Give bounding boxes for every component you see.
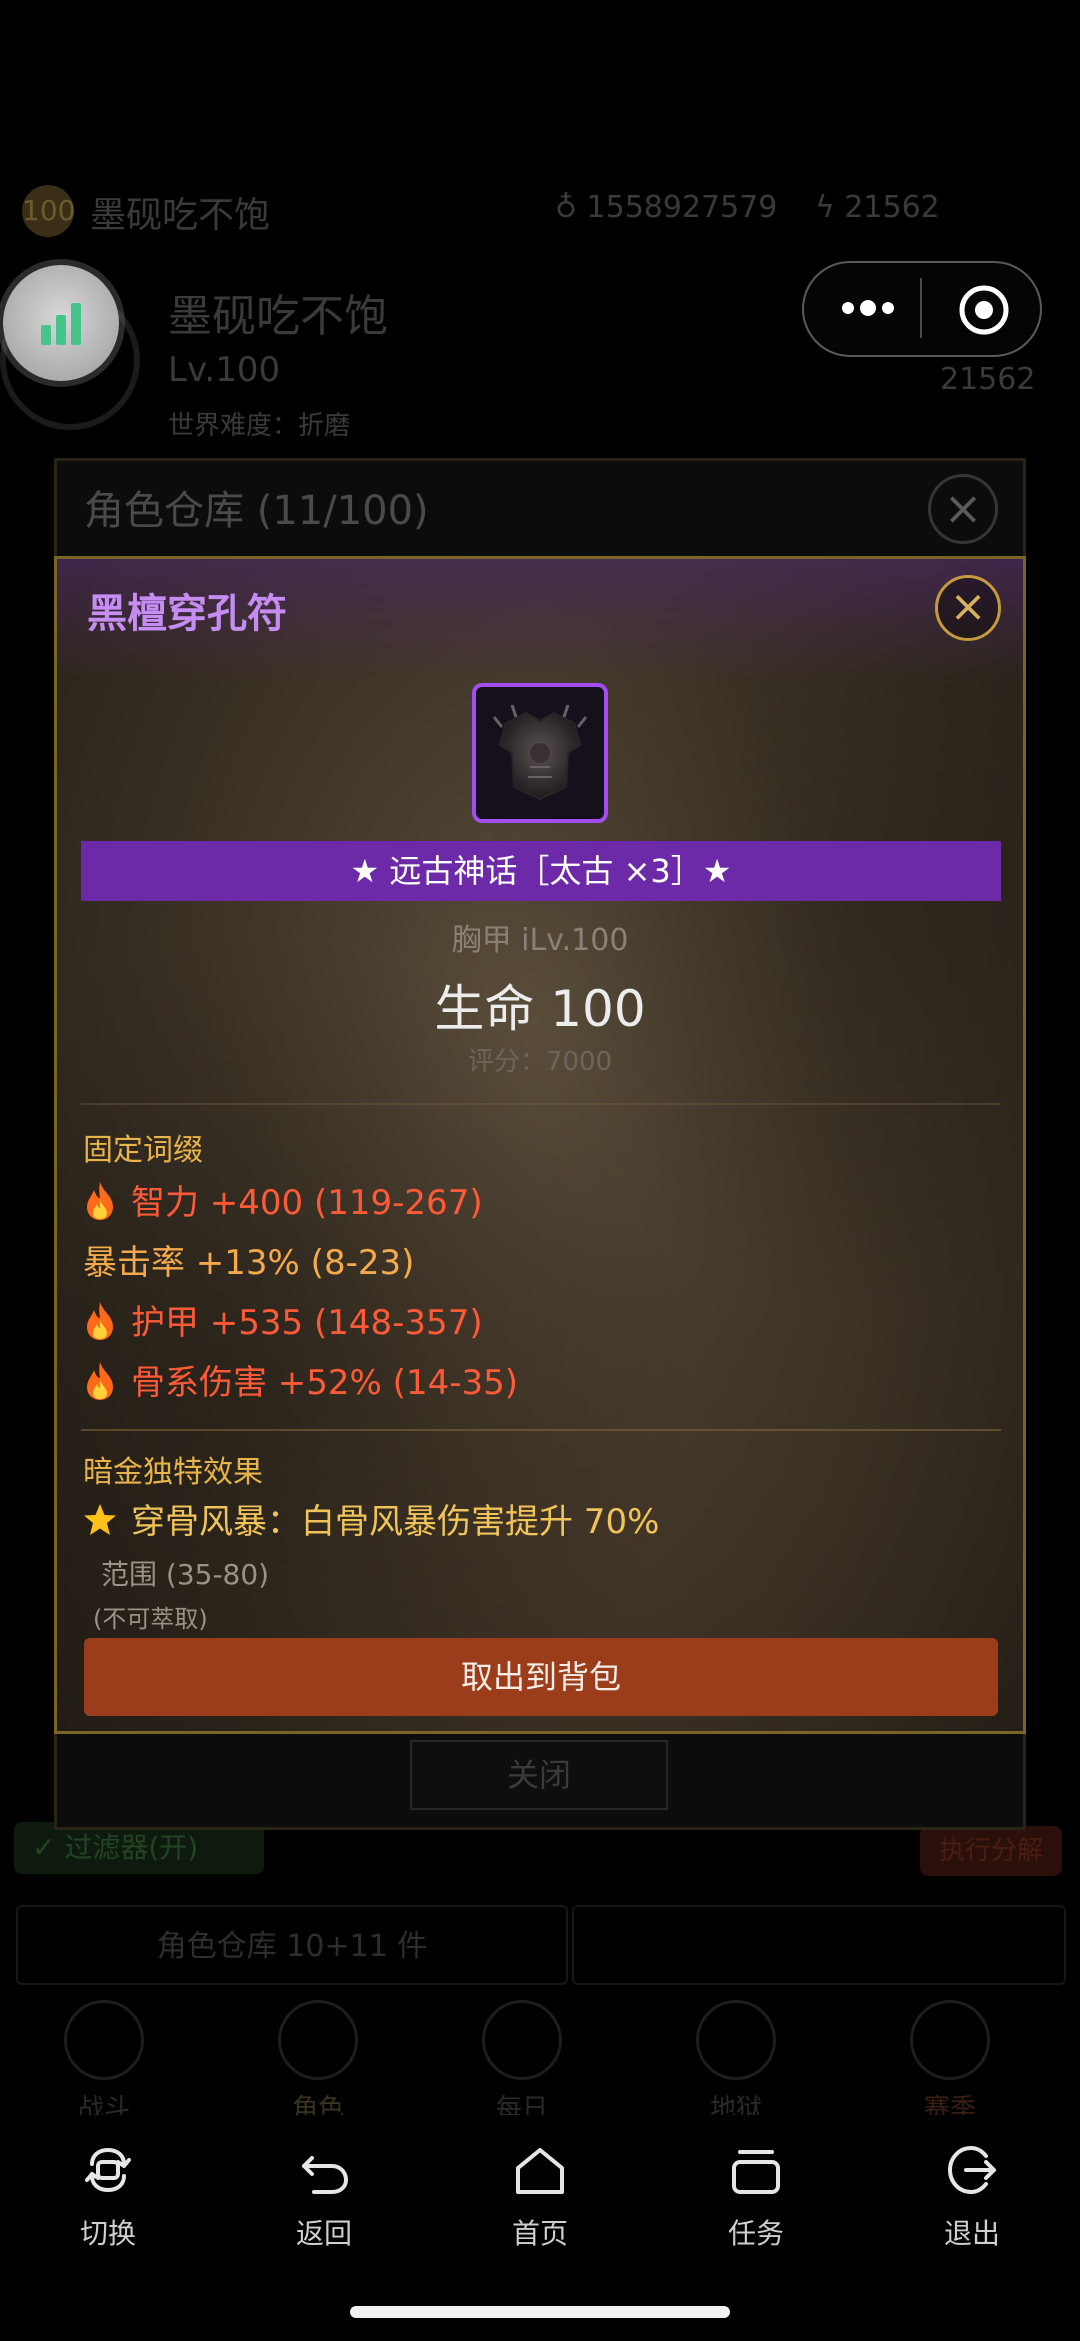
bar-chart-icon	[41, 303, 81, 345]
affix-row: 护甲 +535 (148-357)	[83, 1299, 483, 1347]
tasks-icon	[732, 2150, 780, 2194]
item-slot-level: 胸甲 iLv.100	[451, 923, 629, 958]
energy-value: 21562	[940, 362, 1036, 397]
player-name: 墨砚吃不饱	[168, 291, 388, 342]
item-detail-modal: 黑檀穿孔符 × ★ 远古神话［太古 ×3］★ 胸甲 iLv.100 生命 100…	[54, 556, 1026, 1734]
affix-row: 暴击率 +13% (8-23)	[83, 1243, 415, 1283]
warehouse-close-button: 关闭	[410, 1740, 668, 1810]
player-level: Lv.100	[168, 350, 281, 390]
locked-tab-button	[572, 1905, 1066, 1985]
switch-button[interactable]: 切换	[38, 2140, 178, 2252]
divider	[81, 1429, 1001, 1431]
nav-battle-icon	[64, 2000, 144, 2080]
player-name-header: 墨砚吃不饱	[90, 195, 271, 236]
exit-icon	[947, 2145, 996, 2195]
item-name: 黑檀穿孔符	[87, 591, 287, 637]
exit-button[interactable]: 退出	[902, 2140, 1042, 2252]
world-difficulty: 世界难度：折磨	[168, 411, 351, 441]
fixed-affix-title: 固定词缀	[83, 1133, 203, 1168]
home-button[interactable]: 首页	[470, 2140, 610, 2252]
energy-counter: ϟ 21562	[815, 190, 940, 225]
switch-icon	[85, 2148, 131, 2192]
unique-effect: 穿骨风暴：白骨风暴伤害提升 70%	[83, 1499, 659, 1545]
level-badge: 100	[22, 185, 75, 237]
chest-armor-icon	[492, 704, 588, 801]
home-indicator[interactable]	[350, 2306, 730, 2318]
nav-hell-icon	[696, 2000, 776, 2080]
affix-row: 骨系伤害 +52% (14-35)	[83, 1359, 518, 1407]
fire-icon	[87, 1182, 113, 1220]
floating-stats-widget[interactable]	[3, 265, 119, 381]
divider	[81, 1103, 1001, 1105]
lightning-icon: ϟ	[815, 190, 845, 225]
take-out-to-bag-button[interactable]: 取出到背包	[84, 1638, 998, 1716]
capsule-divider	[920, 278, 922, 338]
close-miniprogram-button[interactable]	[956, 282, 1012, 338]
nav-character-icon	[278, 2000, 358, 2080]
non-extractable-note: (不可萃取)	[93, 1605, 208, 1633]
close-icon: ×	[949, 581, 987, 632]
gold-counter: ♁ 1558927579	[555, 190, 778, 225]
decompose-button: 执行分解	[920, 1826, 1062, 1876]
affix-row: 智力 +400 (119-267)	[83, 1179, 483, 1227]
target-icon	[959, 285, 1009, 335]
more-dots-icon	[842, 300, 894, 316]
item-score: 评分：7000	[467, 1047, 613, 1077]
tasks-button[interactable]: 任务	[686, 2140, 826, 2252]
check-icon: ✓	[32, 1831, 65, 1864]
fire-icon	[87, 1362, 113, 1400]
more-button[interactable]	[828, 282, 908, 332]
back-button[interactable]: 返回	[254, 2140, 394, 2252]
nav-daily-icon	[482, 2000, 562, 2080]
home-icon	[516, 2148, 564, 2194]
warehouse-close-icon: ×	[928, 474, 998, 544]
nav-season-icon	[910, 2000, 990, 2080]
star-icon	[84, 1504, 116, 1535]
unique-effect-title: 暗金独特效果	[83, 1455, 263, 1490]
back-icon	[302, 2156, 349, 2194]
item-main-stat: 生命 100	[434, 980, 646, 1038]
fire-icon	[87, 1302, 113, 1340]
unique-range: 范围 (35-80)	[101, 1558, 270, 1591]
warehouse-title: 角色仓库 (11/100)	[84, 488, 429, 534]
item-icon-frame	[472, 683, 608, 823]
money-bag-icon: ♁	[555, 190, 587, 225]
item-close-button[interactable]: ×	[935, 575, 1001, 641]
warehouse-tab-button: 角色仓库 10+11 件	[16, 1905, 568, 1985]
rarity-banner: ★ 远古神话［太古 ×3］★	[81, 841, 1001, 901]
